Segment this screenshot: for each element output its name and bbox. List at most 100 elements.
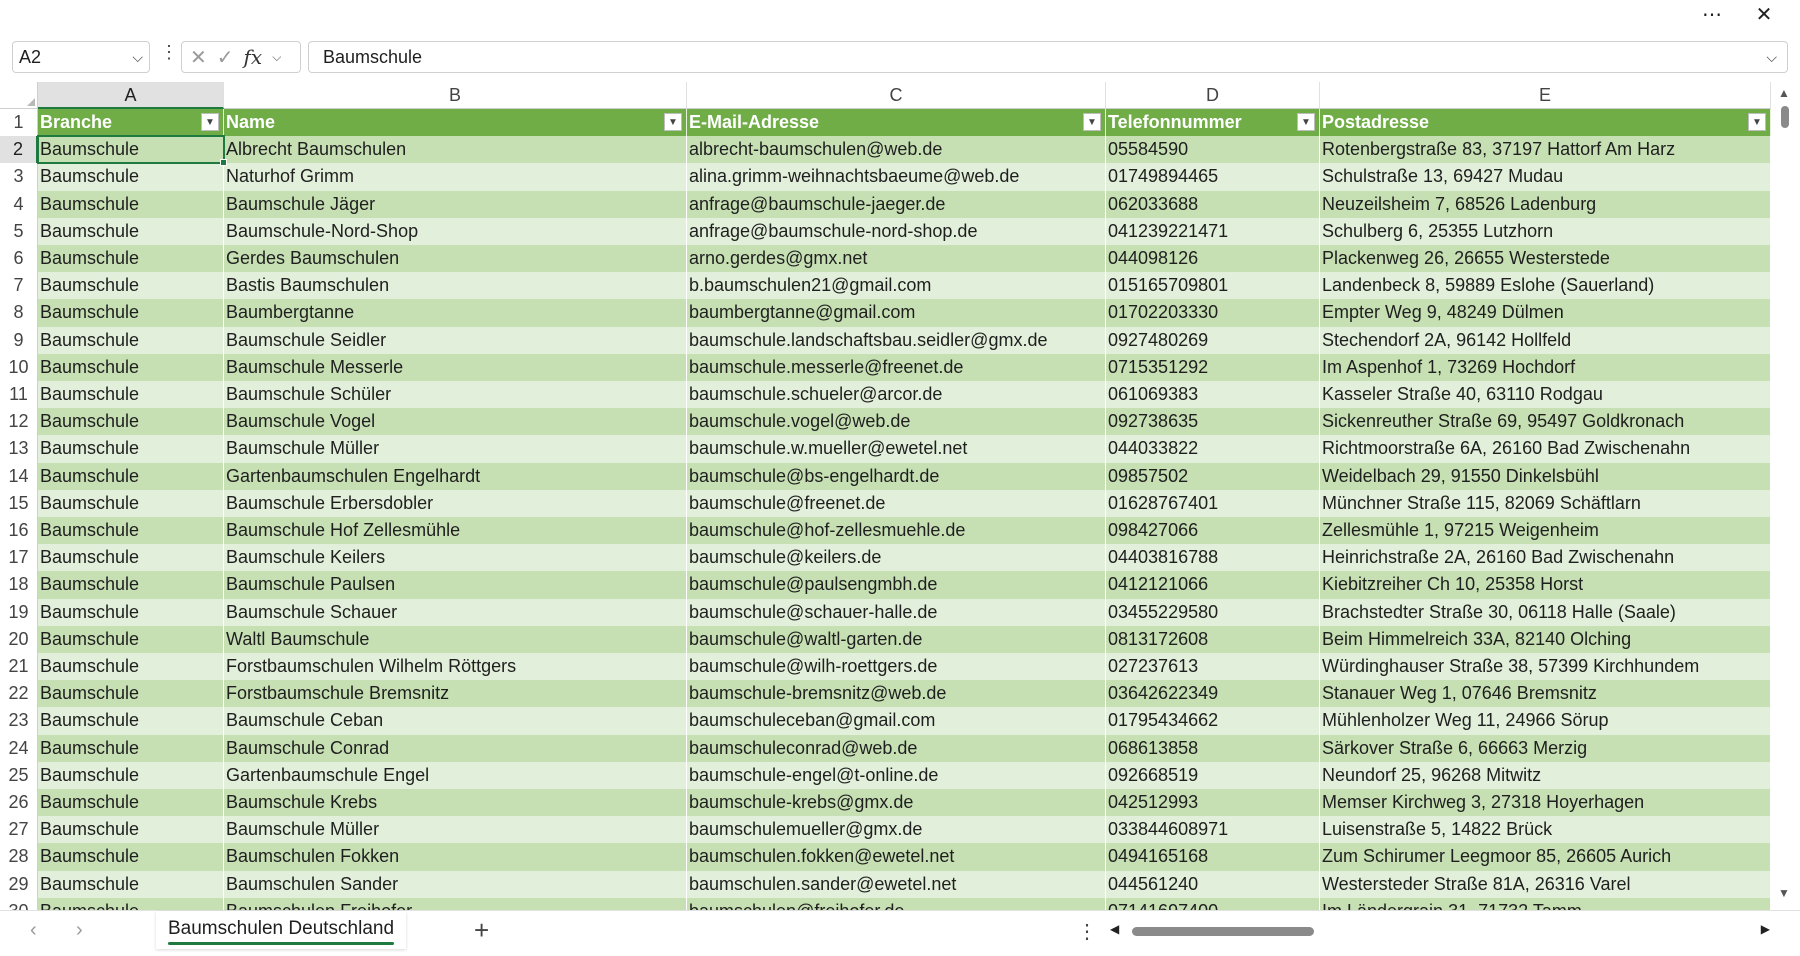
- table-cell[interactable]: Neuzeilsheim 7, 68526 Ladenburg: [1320, 190, 1771, 218]
- table-cell[interactable]: Naturhof Grimm: [224, 163, 687, 191]
- row-header[interactable]: 9: [0, 326, 38, 354]
- table-cell[interactable]: Baumschule Conrad: [224, 734, 687, 762]
- table-cell[interactable]: Richtmoorstraße 6A, 26160 Bad Zwischenah…: [1320, 435, 1771, 463]
- table-cell[interactable]: Albrecht Baumschulen: [224, 136, 687, 164]
- plus-icon[interactable]: +: [474, 915, 489, 946]
- table-cell[interactable]: Gartenbaumschulen Engelhardt: [224, 462, 687, 490]
- table-cell[interactable]: Baumschule Erbersdobler: [224, 489, 687, 517]
- row-header[interactable]: 4: [0, 190, 38, 218]
- table-cell[interactable]: baumschule@schauer-halle.de: [687, 598, 1106, 626]
- table-cell[interactable]: baumschule-engel@t-online.de: [687, 761, 1106, 789]
- table-cell[interactable]: 01749894465: [1106, 163, 1320, 191]
- table-cell[interactable]: 092668519: [1106, 761, 1320, 789]
- table-cell[interactable]: Baumschule-Nord-Shop: [224, 217, 687, 245]
- table-cell[interactable]: Weidelbach 29, 91550 Dinkelsbühl: [1320, 462, 1771, 490]
- scroll-up-icon[interactable]: ▲: [1778, 86, 1790, 100]
- row-header[interactable]: 1: [0, 109, 38, 137]
- table-cell[interactable]: 03642622349: [1106, 680, 1320, 708]
- row-header[interactable]: 7: [0, 272, 38, 300]
- row-header[interactable]: 18: [0, 571, 38, 599]
- row-header[interactable]: 16: [0, 517, 38, 545]
- table-cell[interactable]: Baumschulen Sander: [224, 870, 687, 898]
- table-cell[interactable]: 062033688: [1106, 190, 1320, 218]
- row-header[interactable]: 17: [0, 544, 38, 572]
- more-options-icon[interactable]: ⋯: [1692, 0, 1732, 28]
- table-cell[interactable]: Baumschule: [38, 190, 224, 218]
- table-cell[interactable]: Kasseler Straße 40, 63110 Rodgau: [1320, 381, 1771, 409]
- table-cell[interactable]: 042512993: [1106, 789, 1320, 817]
- row-header[interactable]: 26: [0, 789, 38, 817]
- header-cell[interactable]: E-Mail-Adresse ▼: [687, 109, 1106, 137]
- row-header[interactable]: 27: [0, 816, 38, 844]
- table-cell[interactable]: Rotenbergstraße 83, 37197 Hattorf Am Har…: [1320, 136, 1771, 164]
- table-cell[interactable]: baumschule@paulsengmbh.de: [687, 571, 1106, 599]
- table-cell[interactable]: 0813172608: [1106, 625, 1320, 653]
- row-header[interactable]: 15: [0, 489, 38, 517]
- table-cell[interactable]: Baumschule: [38, 272, 224, 300]
- row-header[interactable]: 22: [0, 680, 38, 708]
- table-cell[interactable]: Baumschule: [38, 408, 224, 436]
- header-cell[interactable]: Name ▼: [224, 109, 687, 137]
- table-cell[interactable]: Memser Kirchweg 3, 27318 Hoyerhagen: [1320, 789, 1771, 817]
- table-cell[interactable]: Baumschule: [38, 843, 224, 871]
- filter-dropdown-icon[interactable]: ▼: [664, 113, 682, 131]
- table-cell[interactable]: 0494165168: [1106, 843, 1320, 871]
- table-cell[interactable]: baumschulen.sander@ewetel.net: [687, 870, 1106, 898]
- table-cell[interactable]: baumschule.landschaftsbau.seidler@gmx.de: [687, 326, 1106, 354]
- table-cell[interactable]: Baumschule: [38, 680, 224, 708]
- table-cell[interactable]: Heinrichstraße 2A, 26160 Bad Zwischenahn: [1320, 544, 1771, 572]
- table-cell[interactable]: 01795434662: [1106, 707, 1320, 735]
- row-header[interactable]: 12: [0, 408, 38, 436]
- table-cell[interactable]: Baumschule Keilers: [224, 544, 687, 572]
- table-cell[interactable]: 098427066: [1106, 517, 1320, 545]
- table-cell[interactable]: 09857502: [1106, 462, 1320, 490]
- name-box[interactable]: A2 ⌵: [12, 41, 150, 73]
- row-header[interactable]: 2: [0, 136, 38, 164]
- table-cell[interactable]: baumbergtanne@gmail.com: [687, 299, 1106, 327]
- row-header[interactable]: 25: [0, 761, 38, 789]
- table-cell[interactable]: Brachstedter Straße 30, 06118 Halle (Saa…: [1320, 598, 1771, 626]
- column-header-c[interactable]: C: [687, 82, 1106, 109]
- column-header-d[interactable]: D: [1106, 82, 1320, 109]
- table-cell[interactable]: Baumschule: [38, 625, 224, 653]
- table-cell[interactable]: Baumschulen Freihofer: [224, 897, 687, 910]
- row-header[interactable]: 21: [0, 653, 38, 681]
- table-cell[interactable]: Zum Schirumer Leegmoor 85, 26605 Aurich: [1320, 843, 1771, 871]
- table-cell[interactable]: Baumschule: [38, 571, 224, 599]
- table-cell[interactable]: Waltl Baumschule: [224, 625, 687, 653]
- table-cell[interactable]: Baumschule: [38, 653, 224, 681]
- table-cell[interactable]: Baumschule Ceban: [224, 707, 687, 735]
- table-cell[interactable]: Schulstraße 13, 69427 Mudau: [1320, 163, 1771, 191]
- vertical-scrollbar[interactable]: ▲ ▼: [1772, 82, 1800, 910]
- table-cell[interactable]: 092738635: [1106, 408, 1320, 436]
- table-cell[interactable]: baumschule@keilers.de: [687, 544, 1106, 572]
- row-header[interactable]: 23: [0, 707, 38, 735]
- table-cell[interactable]: 01628767401: [1106, 489, 1320, 517]
- row-header[interactable]: 10: [0, 353, 38, 381]
- table-cell[interactable]: baumschuleceban@gmail.com: [687, 707, 1106, 735]
- header-cell[interactable]: Telefonnummer ▼: [1106, 109, 1320, 137]
- row-header[interactable]: 29: [0, 870, 38, 898]
- close-icon[interactable]: ✕: [1744, 0, 1784, 28]
- table-cell[interactable]: Baumschule Seidler: [224, 326, 687, 354]
- table-cell[interactable]: Stanauer Weg 1, 07646 Bremsnitz: [1320, 680, 1771, 708]
- scroll-down-icon[interactable]: ▼: [1778, 886, 1790, 900]
- table-cell[interactable]: Baumschule Schüler: [224, 381, 687, 409]
- row-header[interactable]: 13: [0, 435, 38, 463]
- confirm-icon[interactable]: ✓: [217, 45, 234, 70]
- table-cell[interactable]: baumschule.w.mueller@ewetel.net: [687, 435, 1106, 463]
- row-header[interactable]: 14: [0, 462, 38, 490]
- table-cell[interactable]: 044098126: [1106, 245, 1320, 273]
- table-cell[interactable]: Baumschulen Fokken: [224, 843, 687, 871]
- table-cell[interactable]: baumschule.schueler@arcor.de: [687, 381, 1106, 409]
- table-cell[interactable]: Baumschule: [38, 870, 224, 898]
- expand-formula-icon[interactable]: ⌵: [1766, 42, 1777, 72]
- table-cell[interactable]: Baumschule: [38, 789, 224, 817]
- table-cell[interactable]: Plackenweg 26, 26655 Westerstede: [1320, 245, 1771, 273]
- row-header[interactable]: 30: [0, 897, 38, 910]
- table-cell[interactable]: 0715351292: [1106, 353, 1320, 381]
- table-cell[interactable]: Gerdes Baumschulen: [224, 245, 687, 273]
- filter-dropdown-icon[interactable]: ▼: [1083, 113, 1101, 131]
- table-cell[interactable]: Baumschule: [38, 462, 224, 490]
- table-cell[interactable]: baumschule@waltl-garten.de: [687, 625, 1106, 653]
